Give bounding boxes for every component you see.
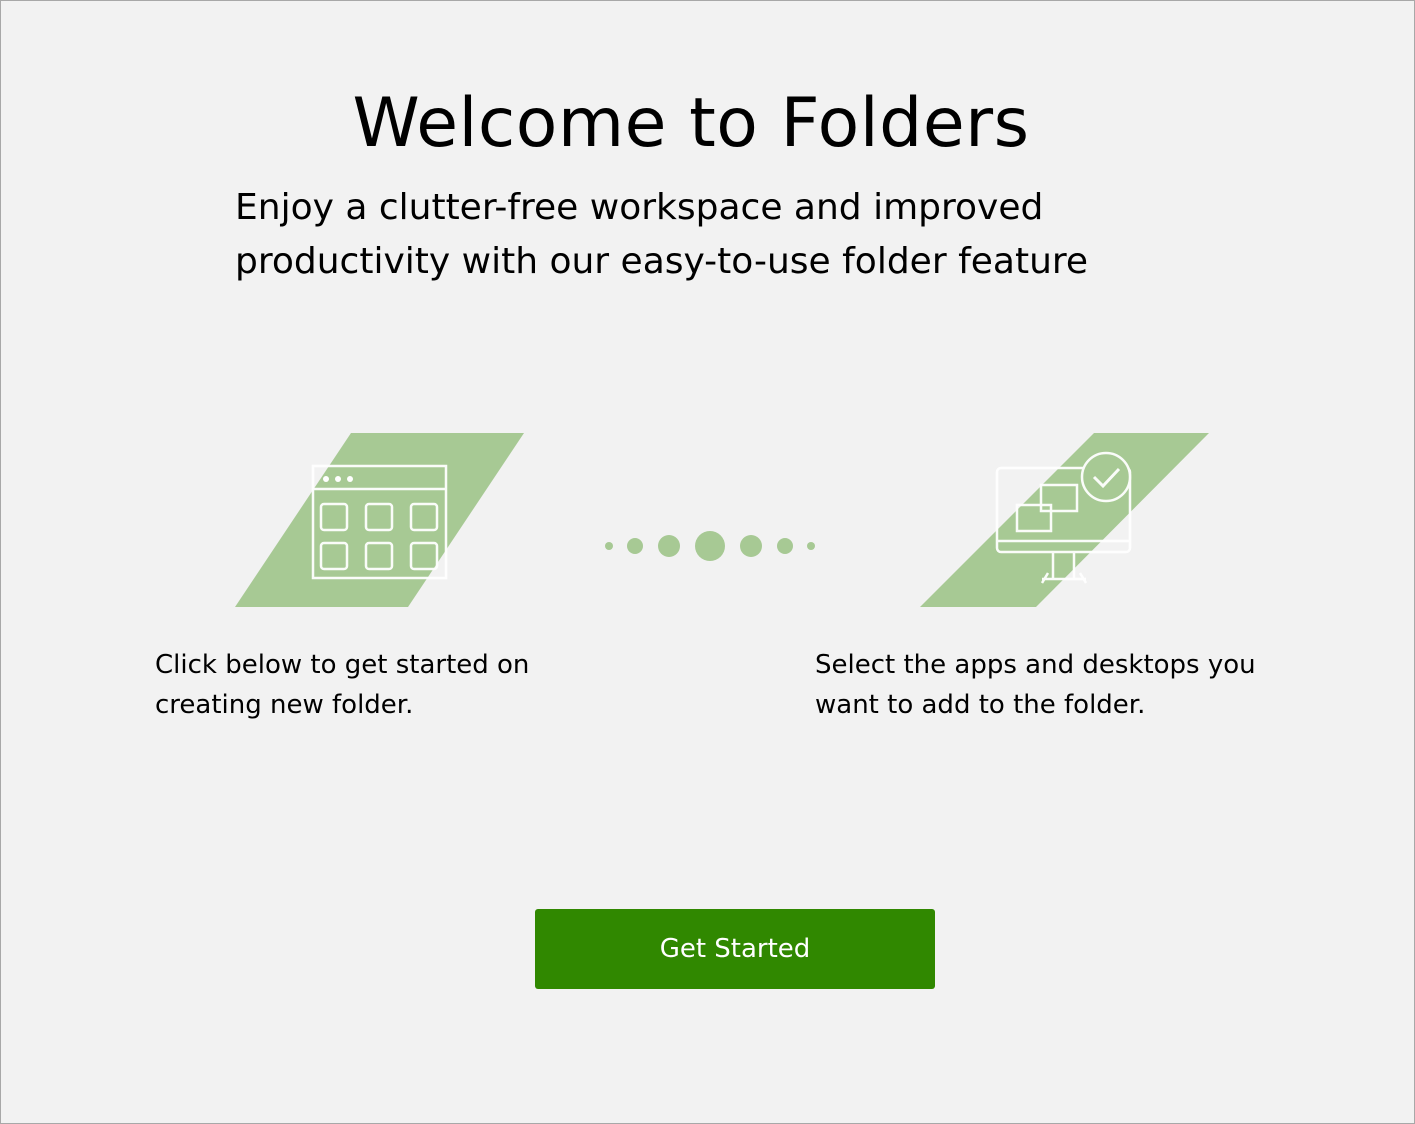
step-1-line-1: Click below to get started on — [155, 650, 530, 680]
get-started-button[interactable]: Get Started — [535, 909, 935, 989]
progress-dots-icon — [597, 526, 827, 570]
page-subtitle: Enjoy a clutter-free workspace and impro… — [235, 181, 1135, 289]
subtitle-line-2: productivity with our easy-to-use folder… — [235, 241, 1089, 282]
welcome-dialog: Welcome to Folders Enjoy a clutter-free … — [0, 0, 1415, 1124]
step-1-line-2: creating new folder. — [155, 690, 414, 720]
step-1-description: Click below to get started on creating n… — [155, 645, 635, 725]
page-title: Welcome to Folders — [352, 84, 1030, 163]
step-2-line-2: want to add to the folder. — [815, 690, 1146, 720]
app-grid-icon — [235, 433, 525, 612]
desktop-apps-check-icon — [920, 433, 1210, 612]
step-2-line-1: Select the apps and desktops you — [815, 650, 1256, 680]
subtitle-line-1: Enjoy a clutter-free workspace and impro… — [235, 187, 1044, 228]
step-2-description: Select the apps and desktops you want to… — [815, 645, 1295, 725]
